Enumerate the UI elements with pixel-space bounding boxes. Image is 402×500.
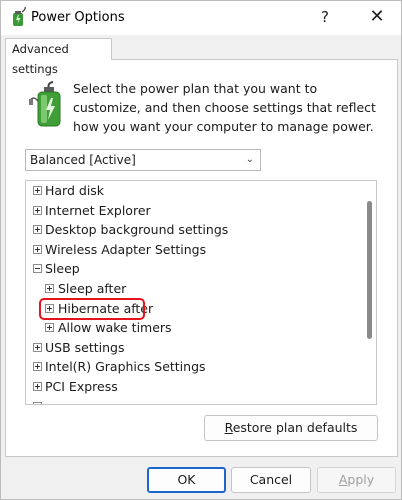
expand-icon[interactable] [33, 381, 42, 391]
battery-plug-icon [29, 81, 61, 127]
tree-item-pci-express[interactable]: PCI Express [26, 377, 362, 397]
power-plan-select[interactable]: Balanced [Active] ⌄ [25, 149, 261, 171]
tree-item-desktop-background-settings[interactable]: Desktop background settings [26, 220, 362, 240]
expand-icon[interactable] [45, 283, 54, 293]
tab-advanced-settings[interactable]: Advanced settings [5, 38, 112, 76]
expand-icon[interactable] [33, 225, 42, 235]
tree-item-allow-wake-timers[interactable]: Allow wake timers [26, 318, 362, 338]
tree-item-usb-settings[interactable]: USB settings [26, 338, 362, 358]
window-title: Power Options [31, 10, 125, 25]
expand-icon[interactable] [33, 186, 42, 195]
apply-label: pply [347, 472, 375, 487]
title-bar: Power Options ? ✕ [1, 1, 401, 35]
power-plan-select-value: Balanced [Active] [30, 153, 136, 167]
power-options-app-icon [13, 7, 26, 26]
tree-item-label: Allow wake timers [58, 320, 172, 336]
tree-item-label: Intel(R) Graphics Settings [45, 359, 206, 375]
tree-item-label: USB settings [45, 339, 125, 355]
highlight-box [39, 298, 145, 320]
expand-icon[interactable] [33, 362, 42, 372]
cancel-button[interactable]: Cancel [231, 467, 311, 493]
expand-icon[interactable] [33, 342, 42, 352]
restore-plan-defaults-button[interactable]: Restore plan defaults [204, 415, 378, 441]
tree-item-wireless-adapter-settings[interactable]: Wireless Adapter Settings [26, 240, 362, 260]
settings-tree[interactable]: Hard disk Internet Explorer Desktop back… [25, 180, 377, 405]
apply-button[interactable]: Apply [317, 467, 396, 493]
close-button[interactable]: ✕ [365, 5, 389, 29]
tree-item-label: Hard disk [45, 183, 105, 198]
scrollbar-thumb[interactable] [367, 201, 372, 339]
settings-tree-rows: Hard disk Internet Explorer Desktop back… [26, 181, 362, 404]
description-text: Select the power plan that you want to c… [73, 81, 376, 134]
tree-item-hard-disk[interactable]: Hard disk [26, 181, 362, 201]
collapse-icon[interactable] [33, 264, 42, 274]
tree-item-internet-explorer[interactable]: Internet Explorer [26, 201, 362, 221]
tree-scrollbar[interactable] [364, 183, 376, 403]
restore-label: estore plan defaults [232, 420, 358, 435]
tree-item-intel-graphics-settings[interactable]: Intel(R) Graphics Settings [26, 357, 362, 377]
chevron-down-icon: ⌄ [245, 154, 254, 165]
restore-mnemonic: R [224, 420, 233, 435]
expand-icon[interactable] [33, 244, 42, 254]
tree-item-sleep[interactable]: Sleep [26, 259, 362, 279]
tree-item-partial [26, 397, 362, 404]
power-options-dialog: Power Options ? ✕ Advanced settings Sele… [0, 0, 402, 500]
tree-item-sleep-after[interactable]: Sleep after [26, 279, 362, 299]
expand-icon [33, 401, 42, 404]
tree-item-label: Desktop background settings [45, 222, 229, 238]
tree-item-label: Wireless Adapter Settings [45, 241, 207, 257]
tree-item-label: Internet Explorer [45, 202, 151, 218]
help-button[interactable]: ? [313, 5, 337, 29]
expand-icon[interactable] [33, 205, 42, 215]
expand-icon[interactable] [45, 323, 54, 333]
tree-item-label: Sleep [45, 261, 80, 277]
tree-item-label: PCI Express [45, 378, 118, 394]
tree-item-label: Sleep after [58, 280, 127, 296]
ok-button[interactable]: OK [147, 467, 226, 493]
